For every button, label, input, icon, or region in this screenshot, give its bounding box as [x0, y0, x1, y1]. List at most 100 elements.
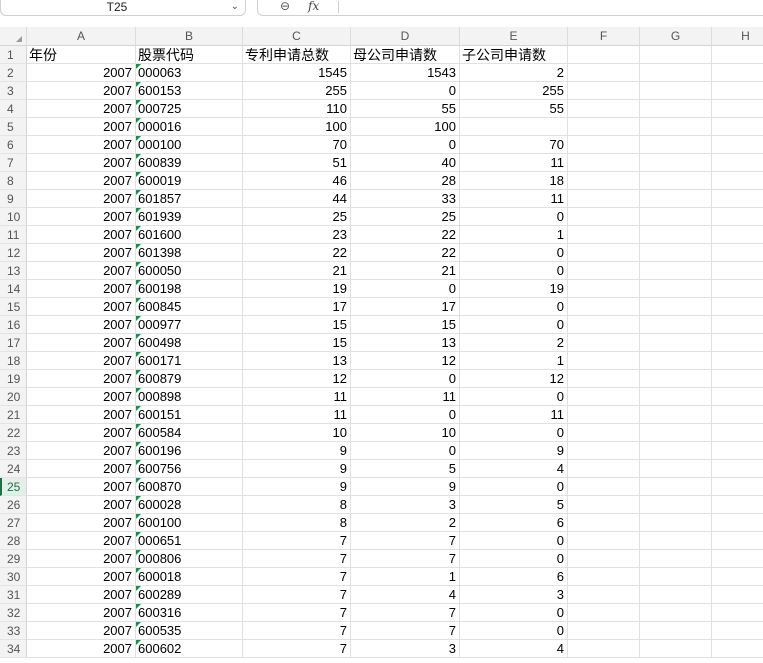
empty-cell[interactable]	[712, 190, 763, 208]
empty-cell[interactable]	[640, 514, 712, 532]
empty-cell[interactable]	[568, 244, 640, 262]
total-applications-cell[interactable]: 255	[243, 82, 351, 100]
row-header[interactable]: 16	[0, 316, 27, 334]
year-cell[interactable]: 2007	[27, 226, 136, 244]
empty-cell[interactable]	[712, 586, 763, 604]
row-header[interactable]: 31	[0, 586, 27, 604]
stock-code-cell[interactable]: 600019	[136, 172, 243, 190]
empty-cell[interactable]	[640, 370, 712, 388]
fx-icon[interactable]: fx	[308, 0, 319, 13]
empty-cell[interactable]	[712, 64, 763, 82]
stock-code-cell[interactable]: 000725	[136, 100, 243, 118]
empty-cell[interactable]	[712, 568, 763, 586]
total-applications-header[interactable]: 专利申请总数	[243, 46, 351, 64]
total-applications-cell[interactable]: 23	[243, 226, 351, 244]
subsidiary-applications-cell[interactable]: 0	[460, 244, 568, 262]
year-cell[interactable]: 2007	[27, 478, 136, 496]
empty-cell[interactable]	[640, 604, 712, 622]
year-cell[interactable]: 2007	[27, 568, 136, 586]
subsidiary-applications-cell[interactable]: 11	[460, 154, 568, 172]
subsidiary-applications-cell[interactable]: 11	[460, 406, 568, 424]
parent-applications-cell[interactable]: 5	[351, 460, 460, 478]
empty-cell[interactable]	[712, 334, 763, 352]
subsidiary-applications-cell[interactable]: 0	[460, 604, 568, 622]
empty-cell[interactable]	[712, 244, 763, 262]
stock-code-cell[interactable]: 600316	[136, 604, 243, 622]
stock-code-cell[interactable]: 600100	[136, 514, 243, 532]
parent-applications-cell[interactable]: 2	[351, 514, 460, 532]
stock-code-cell[interactable]: 600870	[136, 478, 243, 496]
total-applications-cell[interactable]: 7	[243, 568, 351, 586]
name-box-value[interactable]: T25	[1, 0, 233, 14]
empty-cell[interactable]	[568, 352, 640, 370]
total-applications-cell[interactable]: 21	[243, 262, 351, 280]
total-applications-cell[interactable]: 1545	[243, 64, 351, 82]
subsidiary-applications-cell[interactable]: 11	[460, 190, 568, 208]
empty-cell[interactable]	[568, 280, 640, 298]
empty-cell[interactable]	[640, 244, 712, 262]
empty-cell[interactable]	[712, 478, 763, 496]
year-cell[interactable]: 2007	[27, 82, 136, 100]
stock-code-cell[interactable]: 000806	[136, 550, 243, 568]
parent-applications-cell[interactable]: 3	[351, 640, 460, 658]
parent-applications-cell[interactable]: 0	[351, 442, 460, 460]
stock-code-cell[interactable]: 000977	[136, 316, 243, 334]
empty-cell[interactable]	[640, 388, 712, 406]
empty-cell[interactable]	[568, 388, 640, 406]
empty-cell[interactable]	[640, 46, 712, 64]
year-cell[interactable]: 2007	[27, 208, 136, 226]
total-applications-cell[interactable]: 51	[243, 154, 351, 172]
year-cell[interactable]: 2007	[27, 262, 136, 280]
total-applications-cell[interactable]: 12	[243, 370, 351, 388]
subsidiary-applications-cell[interactable]: 6	[460, 514, 568, 532]
empty-cell[interactable]	[568, 478, 640, 496]
row-header[interactable]: 27	[0, 514, 27, 532]
subsidiary-applications-cell[interactable]: 4	[460, 460, 568, 478]
row-header[interactable]: 24	[0, 460, 27, 478]
empty-cell[interactable]	[712, 262, 763, 280]
subsidiary-applications-cell[interactable]: 1	[460, 352, 568, 370]
formula-input[interactable]: ⊖ fx	[257, 0, 763, 16]
empty-cell[interactable]	[568, 460, 640, 478]
year-cell[interactable]: 2007	[27, 136, 136, 154]
subsidiary-applications-cell[interactable]: 18	[460, 172, 568, 190]
empty-cell[interactable]	[712, 298, 763, 316]
name-box[interactable]: T25 ⌄	[0, 0, 246, 16]
row-header[interactable]: 30	[0, 568, 27, 586]
total-applications-cell[interactable]: 25	[243, 208, 351, 226]
empty-cell[interactable]	[712, 208, 763, 226]
empty-cell[interactable]	[568, 514, 640, 532]
zoom-icon[interactable]: ⊖	[280, 0, 290, 13]
empty-cell[interactable]	[568, 154, 640, 172]
total-applications-cell[interactable]: 110	[243, 100, 351, 118]
stock-code-cell[interactable]: 601857	[136, 190, 243, 208]
empty-cell[interactable]	[712, 82, 763, 100]
total-applications-cell[interactable]: 7	[243, 586, 351, 604]
empty-cell[interactable]	[712, 442, 763, 460]
empty-cell[interactable]	[712, 388, 763, 406]
empty-cell[interactable]	[640, 550, 712, 568]
parent-applications-cell[interactable]: 4	[351, 586, 460, 604]
empty-cell[interactable]	[640, 280, 712, 298]
parent-applications-cell[interactable]: 10	[351, 424, 460, 442]
empty-cell[interactable]	[568, 190, 640, 208]
stock-code-cell[interactable]: 600153	[136, 82, 243, 100]
empty-cell[interactable]	[568, 136, 640, 154]
parent-applications-cell[interactable]: 25	[351, 208, 460, 226]
total-applications-cell[interactable]: 44	[243, 190, 351, 208]
row-header[interactable]: 29	[0, 550, 27, 568]
subsidiary-applications-cell[interactable]: 2	[460, 64, 568, 82]
parent-applications-cell[interactable]: 100	[351, 118, 460, 136]
parent-applications-cell[interactable]: 21	[351, 262, 460, 280]
year-cell[interactable]: 2007	[27, 640, 136, 658]
empty-cell[interactable]	[640, 298, 712, 316]
year-cell[interactable]: 2007	[27, 154, 136, 172]
total-applications-cell[interactable]: 9	[243, 478, 351, 496]
empty-cell[interactable]	[712, 100, 763, 118]
parent-applications-cell[interactable]: 7	[351, 604, 460, 622]
row-header[interactable]: 4	[0, 100, 27, 118]
empty-cell[interactable]	[568, 262, 640, 280]
parent-applications-header[interactable]: 母公司申请数	[351, 46, 460, 64]
parent-applications-cell[interactable]: 0	[351, 370, 460, 388]
year-cell[interactable]: 2007	[27, 460, 136, 478]
